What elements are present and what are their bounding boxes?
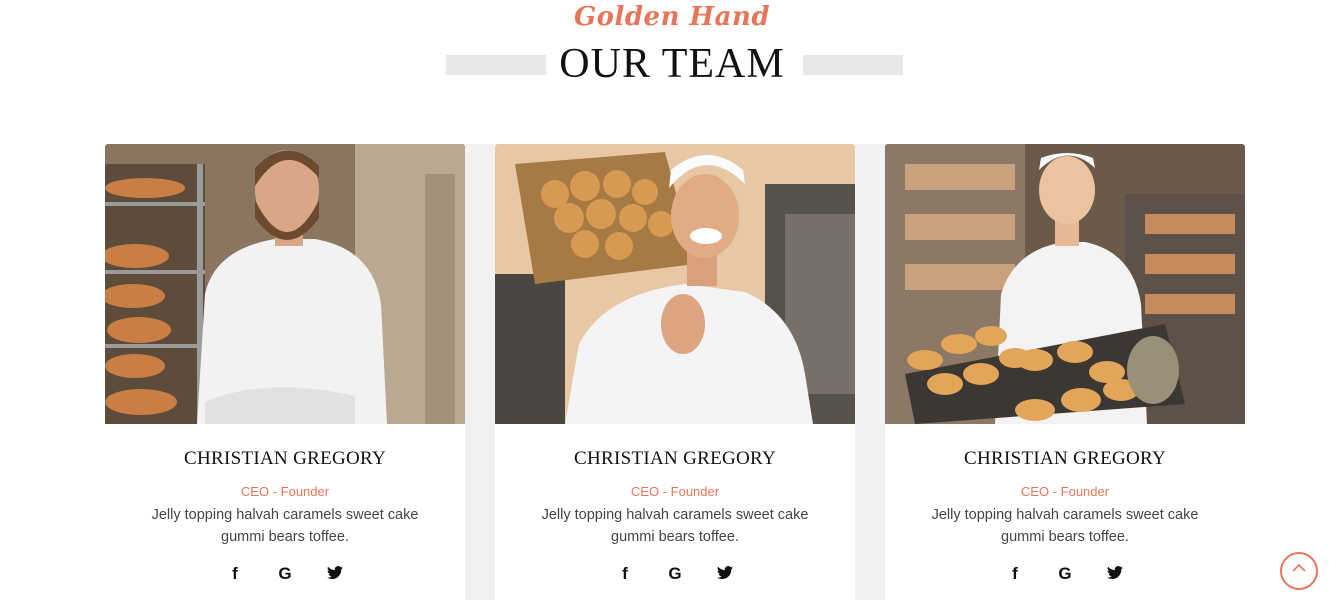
team-member-card: CHRISTIAN GREGORY CEO - Founder Jelly to… [885,144,1245,600]
social-links: f G [105,562,465,586]
facebook-icon[interactable]: f [1003,562,1027,586]
team-member-name: CHRISTIAN GREGORY [964,448,1166,469]
section-subtitle: Golden Hand [573,2,771,32]
team-member-photo [105,144,465,424]
section-title: OUR TEAM [559,41,785,87]
team-member-name: CHRISTIAN GREGORY [184,448,386,469]
twitter-icon[interactable] [713,562,737,586]
social-links: f G [495,562,855,586]
facebook-icon[interactable]: f [223,562,247,586]
social-links: f G [885,562,1245,586]
team-member-bio: Jelly topping halvah caramels sweet cake… [151,507,419,545]
scroll-to-top-button[interactable] [1280,552,1318,590]
facebook-icon[interactable]: f [613,562,637,586]
chevron-up-icon [1282,563,1316,573]
team-grid: CHRISTIAN GREGORY CEO - Founder Jelly to… [105,144,1245,600]
team-member-photo [885,144,1245,424]
team-member-card: CHRISTIAN GREGORY CEO - Founder Jelly to… [105,144,465,600]
section-header: Golden Hand OUR TEAM [0,0,1344,100]
twitter-icon[interactable] [323,562,347,586]
team-member-role: CEO - Founder [240,484,330,499]
google-icon[interactable]: G [1053,562,1077,586]
team-member-bio: Jelly topping halvah caramels sweet cake… [931,507,1199,545]
team-member-role: CEO - Founder [1020,484,1110,499]
team-member-role: CEO - Founder [630,484,720,499]
google-icon[interactable]: G [663,562,687,586]
team-member-bio: Jelly topping halvah caramels sweet cake… [541,507,809,545]
card-gutter [465,144,495,600]
card-gutter [855,144,885,600]
twitter-icon[interactable] [1103,562,1127,586]
team-member-name: CHRISTIAN GREGORY [574,448,776,469]
team-member-photo [495,144,855,424]
google-icon[interactable]: G [273,562,297,586]
team-member-card: CHRISTIAN GREGORY CEO - Founder Jelly to… [495,144,855,600]
